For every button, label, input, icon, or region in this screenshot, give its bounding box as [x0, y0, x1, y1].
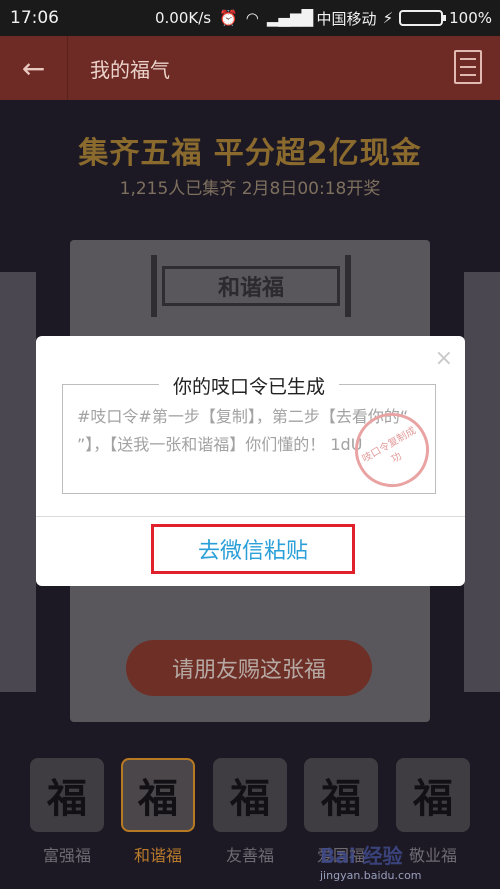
- fu-glyph: 福: [213, 758, 287, 832]
- paste-to-wechat-button[interactable]: 去微信粘贴: [151, 524, 355, 574]
- dialog-divider: [36, 516, 465, 517]
- battery-percent: 100%: [449, 9, 492, 27]
- fu-label: 和谐福: [133, 846, 182, 865]
- prev-card-edge[interactable]: [0, 272, 36, 692]
- app-header: ← 我的福气: [0, 36, 500, 100]
- status-center: 0.00K/s ⏰ ◠ ▂▄▆█: [155, 9, 313, 27]
- fu-tab-hexie[interactable]: 福 和谐福: [121, 758, 195, 866]
- charging-icon: ⚡: [382, 9, 394, 27]
- campaign-headline: 集齐五福 平分超2亿现金: [78, 136, 422, 171]
- alarm-icon: ⏰: [219, 9, 238, 27]
- fu-glyph: 福: [396, 758, 470, 832]
- fu-glyph: 福: [30, 758, 104, 832]
- status-bar: 17:06 0.00K/s ⏰ ◠ ▂▄▆█ 中国移动 ⚡ 100%: [0, 0, 500, 36]
- fu-tab-fuqiang[interactable]: 福 富强福: [30, 758, 104, 866]
- stamp-text: 吱口令复制成功: [360, 425, 418, 466]
- card-name-scroll: 和谐福: [151, 255, 351, 317]
- next-card-edge[interactable]: [464, 272, 500, 692]
- watermark-url: jingyan.baidu.com: [320, 869, 422, 882]
- token-dialog: × 你的吱口令已生成 #吱口令#第一步【复制】，第二步【去看你的“ ”】，【送我…: [36, 336, 465, 586]
- signal-icon: ▂▄▆█: [266, 9, 314, 27]
- fu-label: 友善福: [225, 846, 274, 865]
- ask-friend-button[interactable]: 请朋友赐这张福: [126, 640, 372, 696]
- token-box: 你的吱口令已生成 #吱口令#第一步【复制】，第二步【去看你的“ ”】，【送我一张…: [62, 372, 443, 501]
- watermark-text: Bai 经验: [320, 844, 403, 868]
- dialog-title: 你的吱口令已生成: [158, 372, 340, 399]
- page-title: 我的福气: [90, 57, 170, 82]
- status-right: 中国移动 ⚡ 100%: [317, 8, 492, 29]
- fu-glyph: 福: [304, 758, 378, 832]
- fu-tab-youshan[interactable]: 福 友善福: [213, 758, 287, 866]
- document-icon[interactable]: [454, 50, 482, 84]
- battery-icon: [399, 10, 447, 26]
- status-time: 17:06: [10, 8, 59, 28]
- campaign-subline: 1,215人已集齐 2月8日00:18开奖: [119, 179, 381, 199]
- fu-card-selector: 福 富强福 福 和谐福 福 友善福 福 爱国福 福 敬业福: [0, 758, 500, 878]
- network-speed: 0.00K/s: [155, 9, 212, 27]
- carrier-label: 中国移动: [316, 9, 377, 28]
- baidu-watermark: Bai 经验 jingyan.baidu.com: [320, 840, 422, 882]
- close-icon[interactable]: ×: [435, 346, 453, 371]
- wifi-icon: ◠: [245, 9, 259, 27]
- fu-label: 富强福: [42, 846, 91, 865]
- fu-glyph: 福: [121, 758, 195, 832]
- back-arrow-icon[interactable]: ←: [0, 36, 68, 100]
